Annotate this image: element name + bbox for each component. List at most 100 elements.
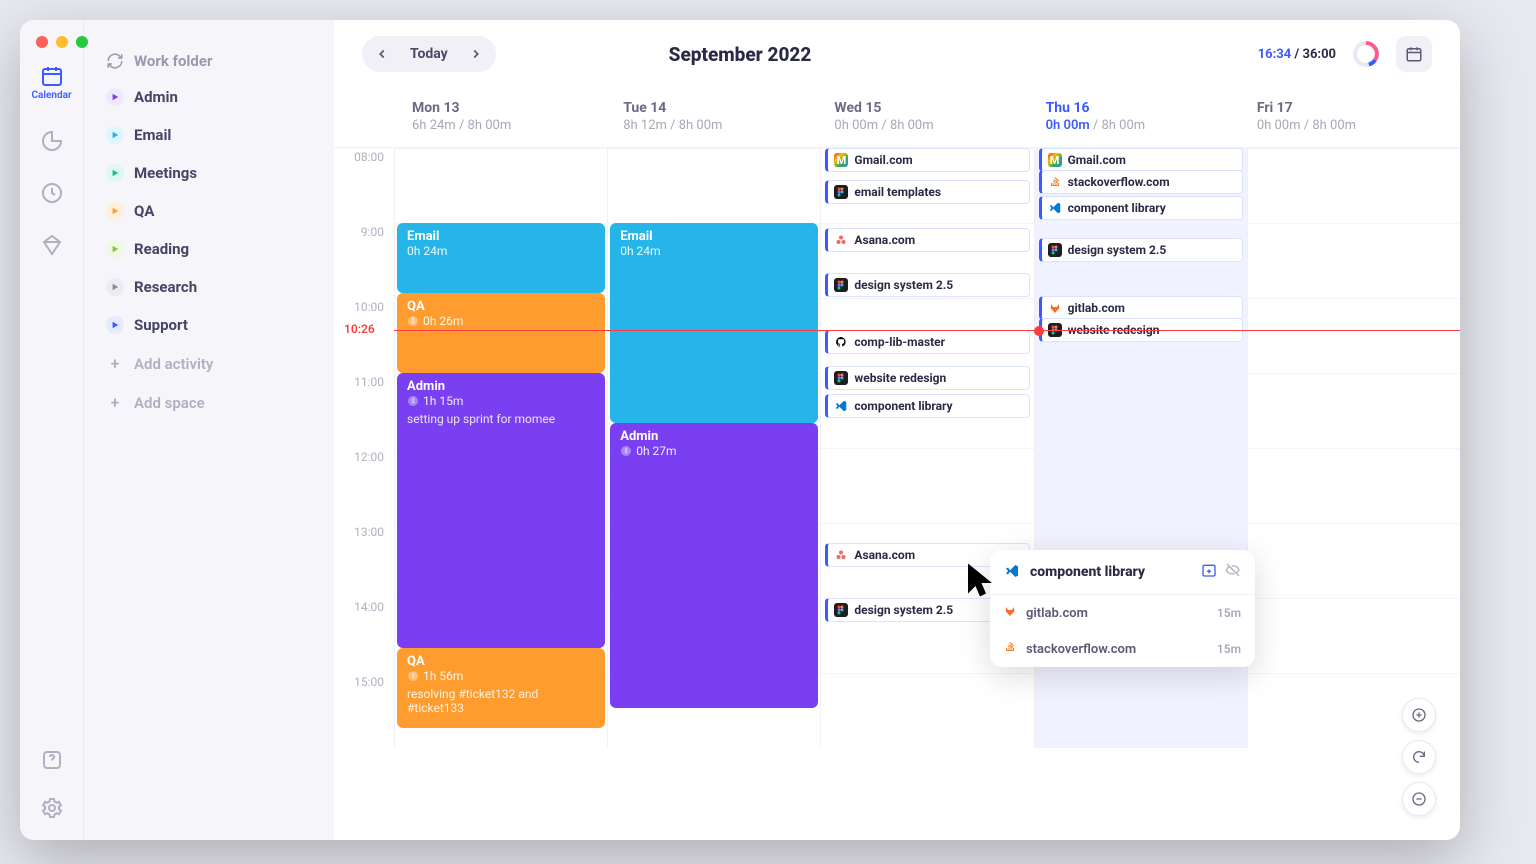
sidebar-item-label: Support — [134, 316, 188, 334]
hour-label: 12:00 — [334, 448, 394, 523]
next-button[interactable] — [462, 40, 490, 68]
clock-icon — [40, 181, 64, 205]
activity-chip[interactable]: design system 2.5 — [1039, 238, 1243, 262]
hour-label: 14:00 — [334, 598, 394, 673]
sidebar-item-email[interactable]: Email — [96, 116, 322, 154]
activity-chip[interactable]: MGmail.com — [1039, 148, 1243, 172]
plus-icon — [1411, 707, 1427, 723]
day-header[interactable]: Tue 14 8h 12m / 8h 00m — [605, 92, 816, 147]
sidebar-item-research[interactable]: Research — [96, 268, 322, 306]
zoom-out-button[interactable] — [1402, 782, 1436, 816]
chevron-left-icon — [375, 47, 389, 61]
calendar-event[interactable]: QA $1h 56m resolving #ticket132 and #tic… — [397, 648, 605, 728]
rail-help[interactable] — [32, 748, 72, 772]
popover-row[interactable]: stackoverflow.com15m — [990, 631, 1255, 667]
zoom-reset-button[interactable] — [1402, 740, 1436, 774]
play-icon — [106, 278, 124, 296]
sidebar-item-label: Research — [134, 278, 197, 296]
hour-label: 08:00 — [334, 148, 394, 223]
sidebar-item-admin[interactable]: Admin — [96, 78, 322, 116]
today-button[interactable]: Today — [400, 42, 458, 66]
time-status: 16:34 / 36:00 — [1258, 47, 1336, 62]
add-activity-button[interactable]: + Add activity — [96, 344, 322, 383]
popover-add-event[interactable] — [1201, 562, 1217, 582]
calendar-plus-icon — [1201, 562, 1217, 578]
activity-chip[interactable]: website redesign — [825, 366, 1029, 390]
help-icon — [40, 748, 64, 772]
activity-chip[interactable]: stackoverflow.com — [1039, 170, 1243, 194]
play-icon — [106, 164, 124, 182]
sidebar-item-label: Admin — [134, 88, 178, 106]
calendar-icon — [40, 64, 64, 88]
rail-apps[interactable] — [32, 233, 72, 257]
popover-hide[interactable] — [1225, 562, 1241, 582]
rail-calendar-label: Calendar — [31, 90, 71, 101]
day-header[interactable]: Fri 17 0h 00m / 8h 00m — [1239, 92, 1450, 147]
refresh-icon — [106, 52, 124, 70]
day-column[interactable] — [1247, 148, 1460, 748]
rail-reports[interactable] — [32, 129, 72, 153]
calendar-event[interactable]: QA $0h 26m — [397, 293, 605, 373]
sidebar-item-label: QA — [134, 202, 154, 220]
popover-row[interactable]: gitlab.com15m — [990, 595, 1255, 631]
play-icon — [106, 316, 124, 334]
rail-calendar[interactable]: Calendar — [32, 64, 72, 101]
sidebar-item-qa[interactable]: QA — [96, 192, 322, 230]
rail-history[interactable] — [32, 181, 72, 205]
activity-sidebar: Work folder Admin Email Meetings QA — [84, 20, 334, 840]
sidebar-folder[interactable]: Work folder — [96, 44, 322, 78]
calendar-event[interactable]: Email 0h 24m — [610, 223, 818, 423]
piechart-icon — [40, 129, 64, 153]
day-header[interactable]: Thu 16 0h 00m / 8h 00m — [1028, 92, 1239, 147]
sidebar-item-label: Email — [134, 126, 171, 144]
add-space-button[interactable]: + Add space — [96, 383, 322, 422]
activity-chip[interactable]: design system 2.5 — [825, 273, 1029, 297]
eye-off-icon — [1225, 562, 1241, 578]
sidebar-item-meetings[interactable]: Meetings — [96, 154, 322, 192]
activity-chip[interactable]: component library — [825, 394, 1029, 418]
sidebar-item-reading[interactable]: Reading — [96, 230, 322, 268]
calendar-event[interactable]: Email 0h 24m — [397, 223, 605, 293]
hour-label: 11:00 — [334, 373, 394, 448]
calendar-event[interactable]: Admin $0h 27m — [610, 423, 818, 708]
play-icon — [106, 240, 124, 258]
plus-icon: + — [106, 393, 124, 412]
page-title: September 2022 — [669, 43, 812, 66]
activity-chip[interactable]: gitlab.com — [1039, 296, 1243, 320]
popover-title: component library — [1030, 564, 1193, 580]
minus-icon — [1411, 791, 1427, 807]
play-icon — [106, 202, 124, 220]
refresh-icon — [1411, 749, 1427, 765]
gear-icon — [40, 796, 64, 820]
day-header[interactable]: Mon 13 6h 24m / 8h 00m — [394, 92, 605, 147]
app-rail: Calendar — [20, 20, 84, 840]
activity-chip[interactable]: component library — [1039, 196, 1243, 220]
vscode-icon — [1004, 563, 1022, 581]
calendar-settings-button[interactable] — [1396, 36, 1432, 72]
sidebar-folder-label: Work folder — [134, 52, 212, 70]
progress-donut-icon — [1352, 40, 1380, 68]
zoom-in-button[interactable] — [1402, 698, 1436, 732]
play-icon — [106, 88, 124, 106]
chevron-right-icon — [469, 47, 483, 61]
diamond-icon — [40, 233, 64, 257]
activity-chip[interactable]: comp-lib-master — [825, 330, 1029, 354]
hour-label: 9:00 — [334, 223, 394, 298]
now-indicator: 10:26 — [394, 330, 1460, 331]
activity-chip[interactable]: Asana.com — [825, 228, 1029, 252]
zoom-controls — [1402, 698, 1436, 816]
sidebar-item-support[interactable]: Support — [96, 306, 322, 344]
day-header[interactable]: Wed 15 0h 00m / 8h 00m — [816, 92, 1027, 147]
activity-chip[interactable]: email templates — [825, 180, 1029, 204]
hour-label: 13:00 — [334, 523, 394, 598]
calendar-event[interactable]: Admin $1h 15m setting up sprint for mome… — [397, 373, 605, 648]
day-column[interactable]: Email 0h 24m Admin $0h 27m — [607, 148, 820, 748]
sidebar-item-label: Reading — [134, 240, 189, 258]
day-column[interactable]: Email 0h 24m QA $0h 26m Admin $1h 15m se… — [394, 148, 607, 748]
prev-button[interactable] — [368, 40, 396, 68]
window-controls[interactable] — [36, 36, 88, 48]
rail-settings[interactable] — [32, 796, 72, 820]
activity-chip[interactable]: MGmail.com — [825, 148, 1029, 172]
topbar: Today September 2022 16:34 / 36:00 — [334, 20, 1460, 82]
hour-label: 15:00 — [334, 673, 394, 748]
